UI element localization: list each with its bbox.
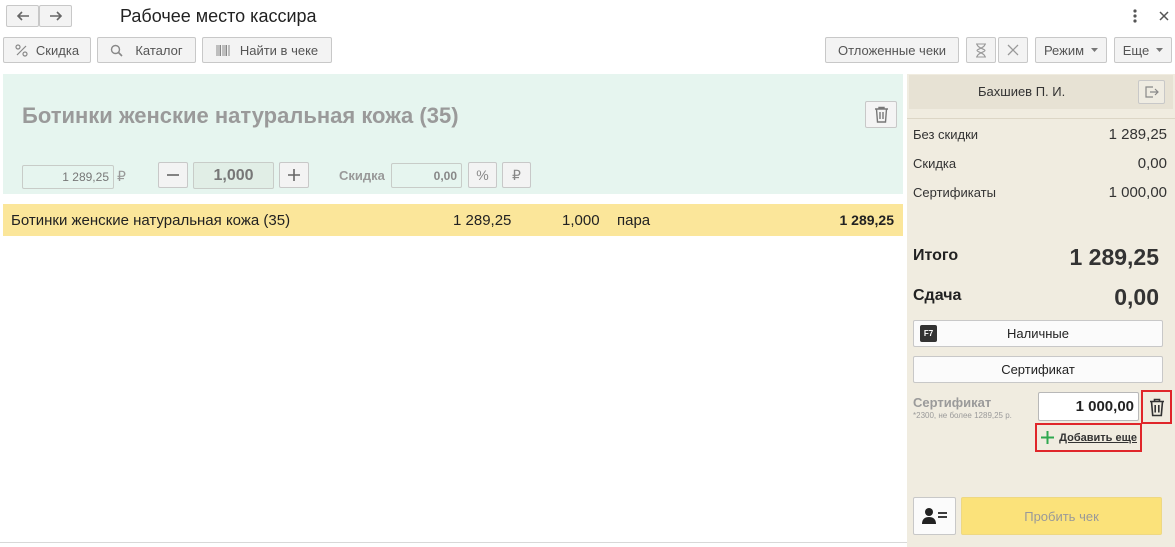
user-card-icon <box>921 507 948 525</box>
total-label: Итого <box>913 247 959 264</box>
discount-button[interactable]: Скидка <box>3 37 91 63</box>
percent-icon: % <box>476 167 489 183</box>
quantity-field[interactable]: 1,000 <box>193 162 274 189</box>
cash-payment-button[interactable]: F7 Наличные <box>913 320 1163 347</box>
row-price: 1 289,25 <box>453 212 512 229</box>
mode-label: Режим <box>1043 42 1085 58</box>
customer-card-button[interactable] <box>913 497 956 535</box>
catalog-button[interactable]: Каталог <box>97 37 196 63</box>
delete-product-button[interactable] <box>865 101 897 128</box>
more-dropdown[interactable]: Еще <box>1114 37 1172 63</box>
certificate-amount-field[interactable]: 1 000,00 <box>1038 392 1139 421</box>
cancel-button[interactable] <box>998 37 1028 63</box>
product-title: Ботинки женские натуральная кожа (35) <box>22 103 459 128</box>
discount-label: Скидка <box>339 168 385 183</box>
certificate-payment-label: Сертификат <box>1001 362 1075 377</box>
deferred-receipts-label: Отложенные чеки <box>837 42 947 58</box>
decrease-quantity-button[interactable] <box>158 162 188 188</box>
delete-certificate-button[interactable] <box>1141 390 1172 424</box>
row-quantity: 1,000 <box>562 212 600 229</box>
cashier-name: Бахшиев П. И. <box>978 84 1066 99</box>
plus-icon <box>1041 431 1055 444</box>
add-more-label: Добавить еще <box>1059 431 1137 444</box>
close-icon[interactable] <box>1155 7 1173 25</box>
summary-value-no-discount: 1 289,25 <box>1108 126 1167 143</box>
catalog-button-label: Каталог <box>135 42 183 58</box>
back-button[interactable] <box>6 5 39 27</box>
ruble-icon: ₽ <box>512 166 521 183</box>
find-in-receipt-button[interactable]: Найти в чеке <box>202 37 332 63</box>
discount-button-label: Скидка <box>35 42 80 58</box>
increase-quantity-button[interactable] <box>279 162 309 188</box>
summary-label-discount: Скидка <box>913 156 957 171</box>
chevron-down-icon <box>1091 48 1099 52</box>
change-label: Сдача <box>913 287 962 304</box>
arrow-right-icon <box>49 11 63 21</box>
mode-dropdown[interactable]: Режим <box>1035 37 1107 63</box>
forward-button[interactable] <box>39 5 72 27</box>
row-unit: пара <box>617 212 651 229</box>
percent-icon <box>15 43 28 57</box>
row-sum: 1 289,25 <box>839 212 895 228</box>
minus-icon <box>167 174 179 176</box>
certificate-note: *2300, не более 1289,25 р. <box>913 411 1012 420</box>
currency-sign: ₽ <box>117 168 126 184</box>
hotkey-badge: F7 <box>920 325 937 342</box>
logout-button[interactable] <box>1138 80 1165 104</box>
price-field[interactable]: 1 289,25 <box>22 165 114 189</box>
more-label: Еще <box>1122 42 1150 58</box>
certificate-label: Сертификат <box>913 395 992 410</box>
more-menu-icon[interactable] <box>1128 7 1142 25</box>
print-receipt-button[interactable]: Пробить чек <box>961 497 1162 535</box>
sidebar-divider <box>907 118 1175 119</box>
find-in-receipt-label: Найти в чеке <box>239 42 319 58</box>
table-row[interactable]: Ботинки женские натуральная кожа (35) 1 … <box>3 204 903 236</box>
row-product-name: Ботинки женские натуральная кожа (35) <box>11 212 291 229</box>
chevron-down-icon <box>1156 48 1164 52</box>
certificate-payment-button[interactable]: Сертификат <box>913 356 1163 383</box>
plus-icon <box>288 169 300 181</box>
print-receipt-label: Пробить чек <box>1024 508 1099 524</box>
percent-discount-button[interactable]: % <box>468 162 497 188</box>
summary-label-certificates: Сертификаты <box>913 185 996 200</box>
ruble-discount-button[interactable]: ₽ <box>502 162 531 188</box>
logout-icon <box>1144 86 1159 98</box>
search-icon <box>110 44 123 57</box>
summary-label-no-discount: Без скидки <box>913 127 979 142</box>
hourglass-button[interactable] <box>966 37 996 63</box>
receipt-table <box>3 204 903 540</box>
deferred-receipts-button[interactable]: Отложенные чеки <box>825 37 959 63</box>
add-more-certificate-link[interactable]: Добавить еще <box>1035 423 1142 452</box>
summary-value-certificates: 1 000,00 <box>1108 184 1167 201</box>
window-title: Рабочее место кассира <box>120 6 317 26</box>
summary-value-discount: 0,00 <box>1137 155 1167 172</box>
cash-payment-label: Наличные <box>1007 326 1069 341</box>
trash-icon <box>1149 398 1165 417</box>
barcode-icon <box>216 44 230 57</box>
discount-field[interactable]: 0,00 <box>391 163 462 188</box>
x-icon <box>1007 44 1019 56</box>
change-value: 0,00 <box>1114 284 1159 310</box>
arrow-left-icon <box>16 11 30 21</box>
total-value: 1 289,25 <box>1069 244 1159 270</box>
trash-icon <box>874 106 889 123</box>
hourglass-icon <box>975 42 987 58</box>
